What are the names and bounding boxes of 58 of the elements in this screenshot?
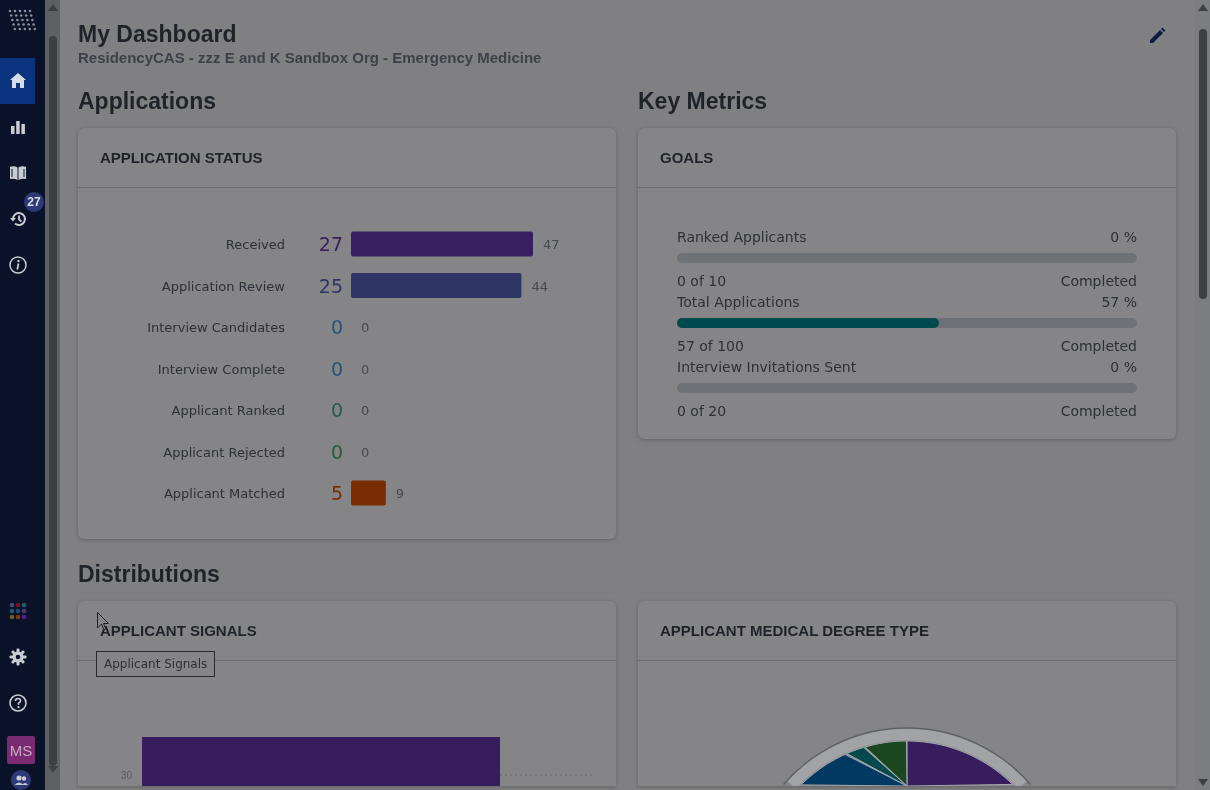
value-label: 44 [531,278,548,294]
status-count: 5 [330,482,343,504]
card-title: GOALS [638,128,1176,188]
status-count: 25 [318,274,343,297]
count-badge: 27 [24,192,44,212]
status-count: 27 [318,233,343,255]
section-heading: Distributions [78,561,221,587]
section-heading: Key Metrics [638,88,769,114]
value-label: 47 [543,237,560,252]
user-avatar[interactable]: MS [7,736,35,764]
goal-label: Interview Invitations Sent [677,358,857,375]
goal-percent: 0 % [1110,228,1137,245]
goal-label: Ranked Applicants [677,228,807,245]
scrollbar-thumb[interactable] [1198,29,1207,299]
goal-percent: 57 % [1101,293,1137,310]
bar-chart-icon [8,118,27,136]
value-label: 0 [361,444,370,460]
value-label: 0 [361,361,370,377]
help-icon[interactable] [8,694,27,712]
scroll-up-icon[interactable] [1197,4,1208,11]
card-title: APPLICANT MEDICAL DEGREE TYPE [638,601,1176,661]
scroll-down-icon[interactable] [1197,779,1208,786]
tooltip: Applicant Signals [96,651,216,677]
book-icon [8,164,27,182]
page-subtitle: ResidencyCAS - zzz E and K Sandbox Org - Emergency Medicine [78,49,542,66]
goal-percent: 0 % [1110,358,1137,375]
value-label: 0 [361,320,370,335]
value-label: 9 [395,486,405,501]
status-count: 0 [330,399,343,421]
bar-label: Interview Candidates [147,320,285,335]
bar-label: Interview Complete [157,361,285,377]
bar-label: Application Review [161,278,285,294]
team-icon[interactable] [11,770,31,790]
goal-progress: 0 of 20 [677,402,727,419]
goal-progress: 57 of 100 [677,337,744,354]
gear-icon[interactable] [8,648,27,666]
section-heading: Applications [78,88,217,114]
goal-status: Completed [1060,402,1137,419]
home-icon [8,72,27,90]
goal-progress: 0 of 10 [677,272,727,289]
pencil-icon[interactable] [1148,27,1166,45]
bar-label: Applicant Matched [163,486,285,501]
bar-label: Received [225,237,285,252]
bar-label: Applicant Rejected [163,444,285,460]
info-icon [8,256,27,274]
goal-status: Completed [1060,272,1137,289]
value-label: 0 [361,403,370,418]
goal-status: Completed [1060,337,1137,354]
apps-icon[interactable] [8,602,27,620]
nav-item[interactable] [0,58,35,104]
bar-label: Applicant Ranked [171,403,285,418]
card-title: APPLICATION STATUS [78,128,616,188]
status-count: 0 [330,357,343,380]
status-count: 0 [330,316,343,338]
status-count: 0 [330,440,343,463]
history-icon [8,210,27,228]
page-title: My Dashboard [78,21,238,47]
goal-label: Total Applications [677,293,800,310]
